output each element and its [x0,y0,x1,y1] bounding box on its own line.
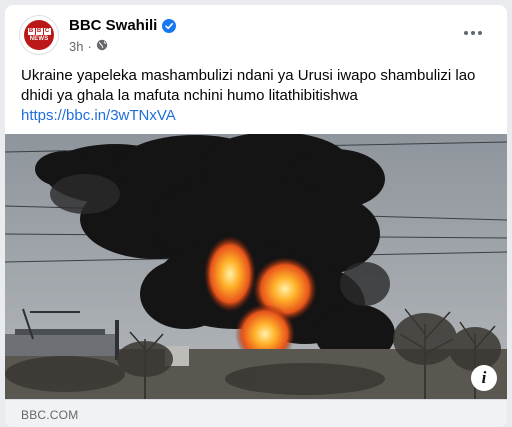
meta-separator: · [87,39,92,54]
verified-badge-icon [162,18,177,33]
avatar[interactable]: B B C NEWS [19,15,59,55]
info-icon[interactable]: i [471,365,497,391]
post-card: B B C NEWS BBC Swahili 3h · Ukraine yape… [5,5,507,427]
link-domain: BBC.COM [21,408,79,422]
more-options-icon[interactable] [459,23,487,43]
link-preview-image[interactable]: i [5,134,507,399]
logo-letter: C [43,27,51,35]
globe-icon[interactable] [96,39,108,54]
post-text: Ukraine yapeleka mashambulizi ndani ya U… [21,66,491,126]
logo-letter: B [27,27,35,35]
logo-subtitle: NEWS [29,35,49,42]
oil-depot-fire-photo [5,134,507,399]
bbc-news-logo: B B C NEWS [24,20,54,50]
post-header: B B C NEWS BBC Swahili 3h · [19,15,493,61]
post-link[interactable]: https://bbc.in/3wTNxVA [21,106,491,126]
link-preview-footer[interactable]: BBC.COM [5,399,507,427]
post-timestamp[interactable]: 3h [69,39,83,54]
post-message: Ukraine yapeleka mashambulizi ndani ya U… [21,67,476,104]
page-name-link[interactable]: BBC Swahili [69,17,157,34]
logo-letter: B [35,27,43,35]
